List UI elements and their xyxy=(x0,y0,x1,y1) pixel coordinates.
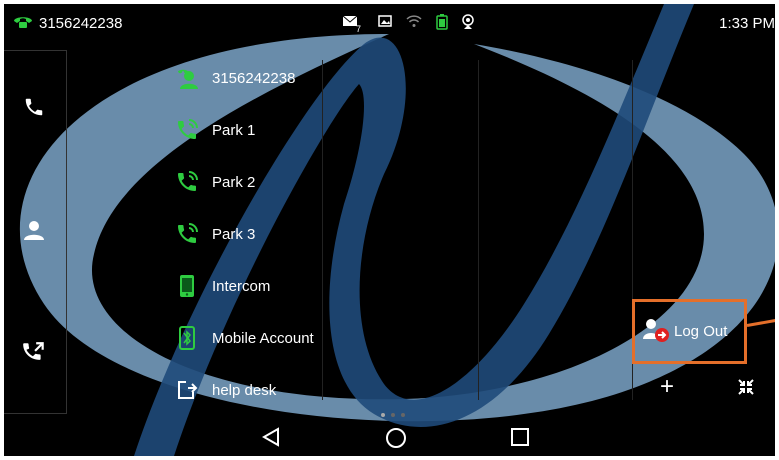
park-icon xyxy=(174,221,200,247)
add-icon[interactable]: + xyxy=(660,375,674,399)
image-icon xyxy=(378,14,392,31)
back-icon[interactable] xyxy=(260,426,282,453)
line-label: Park 1 xyxy=(212,121,256,139)
page-indicator xyxy=(381,413,405,417)
shrink-icon[interactable] xyxy=(737,378,755,401)
grid-line xyxy=(322,60,323,400)
account-icon xyxy=(174,65,200,91)
line-label: help desk xyxy=(212,381,277,399)
grid-line xyxy=(478,60,479,400)
status-bar: 3156242238 7 1:33 PM xyxy=(4,4,775,44)
battery-icon xyxy=(436,14,448,34)
line-label: Park 2 xyxy=(212,173,256,191)
line-label: Intercom xyxy=(212,277,271,295)
page-dot xyxy=(381,413,385,417)
contacts-tab[interactable] xyxy=(4,202,64,262)
mobile-icon xyxy=(174,325,200,351)
wifi-icon xyxy=(406,14,422,32)
logout-label: Log Out xyxy=(674,323,728,340)
navigation-bar xyxy=(4,420,775,456)
park-icon xyxy=(174,117,200,143)
home-icon[interactable] xyxy=(384,426,408,455)
page-dot xyxy=(391,413,395,417)
logout-button[interactable]: Log Out xyxy=(632,299,747,364)
phone-tab[interactable] xyxy=(4,79,64,139)
mail-count: 7 xyxy=(356,24,362,34)
open-link-icon xyxy=(174,377,200,403)
phone-icon xyxy=(12,13,34,33)
person-icon xyxy=(22,218,46,247)
line-label: Park 3 xyxy=(212,225,256,243)
line-mobile-account[interactable]: Mobile Account xyxy=(174,318,314,358)
phone-screen: 3156242238 7 1:33 PM 3156242238 Park 1 P… xyxy=(4,4,775,456)
line-account[interactable]: 3156242238 xyxy=(174,58,295,98)
line-intercom[interactable]: Intercom xyxy=(174,266,270,306)
line-park-1[interactable]: Park 1 xyxy=(174,110,255,150)
status-time: 1:33 PM xyxy=(719,15,775,32)
line-label: Mobile Account xyxy=(212,329,314,347)
line-park-3[interactable]: Park 3 xyxy=(174,214,255,254)
phone-arrows-icon xyxy=(21,340,47,371)
line-label: 3156242238 xyxy=(212,69,296,87)
park-icon xyxy=(174,169,200,195)
status-number: 3156242238 xyxy=(39,15,123,32)
webcam-icon xyxy=(460,14,476,34)
call-forward-tab[interactable] xyxy=(4,325,64,385)
logout-icon xyxy=(642,317,670,347)
line-park-2[interactable]: Park 2 xyxy=(174,162,255,202)
page-dot xyxy=(401,413,405,417)
handset-icon xyxy=(23,96,45,123)
recents-icon[interactable] xyxy=(509,426,531,453)
intercom-icon xyxy=(174,273,200,299)
line-help-desk[interactable]: help desk xyxy=(174,370,276,410)
